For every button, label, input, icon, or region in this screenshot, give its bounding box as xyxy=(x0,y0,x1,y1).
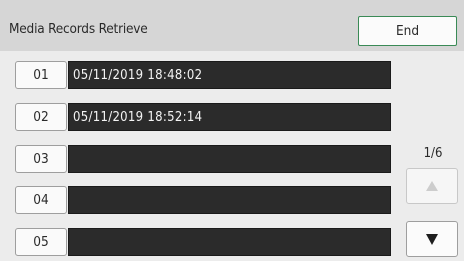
record-value-field[interactable] xyxy=(68,228,391,256)
record-row: 04 xyxy=(0,186,400,216)
record-number-button[interactable]: 05 xyxy=(15,228,67,256)
end-button[interactable]: End xyxy=(358,16,457,46)
record-number-button[interactable]: 04 xyxy=(15,186,67,214)
record-number-button[interactable]: 02 xyxy=(15,103,67,131)
triangle-down-icon xyxy=(426,233,438,245)
record-value-field[interactable] xyxy=(68,145,391,173)
record-row: 03 xyxy=(0,145,400,175)
record-row: 05 xyxy=(0,228,400,258)
record-value-field[interactable]: 05/11/2019 18:48:02 xyxy=(68,61,391,89)
page-indicator: 1/6 xyxy=(423,146,443,161)
page-down-button[interactable] xyxy=(406,221,458,257)
record-value-field[interactable]: 05/11/2019 18:52:14 xyxy=(68,103,391,131)
record-number-button[interactable]: 01 xyxy=(15,61,67,89)
page-up-button[interactable] xyxy=(406,168,458,204)
record-value-field[interactable] xyxy=(68,186,391,214)
record-number-button[interactable]: 03 xyxy=(15,145,67,173)
record-row: 01 05/11/2019 18:48:02 xyxy=(0,61,400,91)
page-title: Media Records Retrieve xyxy=(9,21,148,37)
header-bar: Media Records Retrieve End xyxy=(0,0,464,51)
record-row: 02 05/11/2019 18:52:14 xyxy=(0,103,400,133)
triangle-up-icon xyxy=(426,181,438,191)
